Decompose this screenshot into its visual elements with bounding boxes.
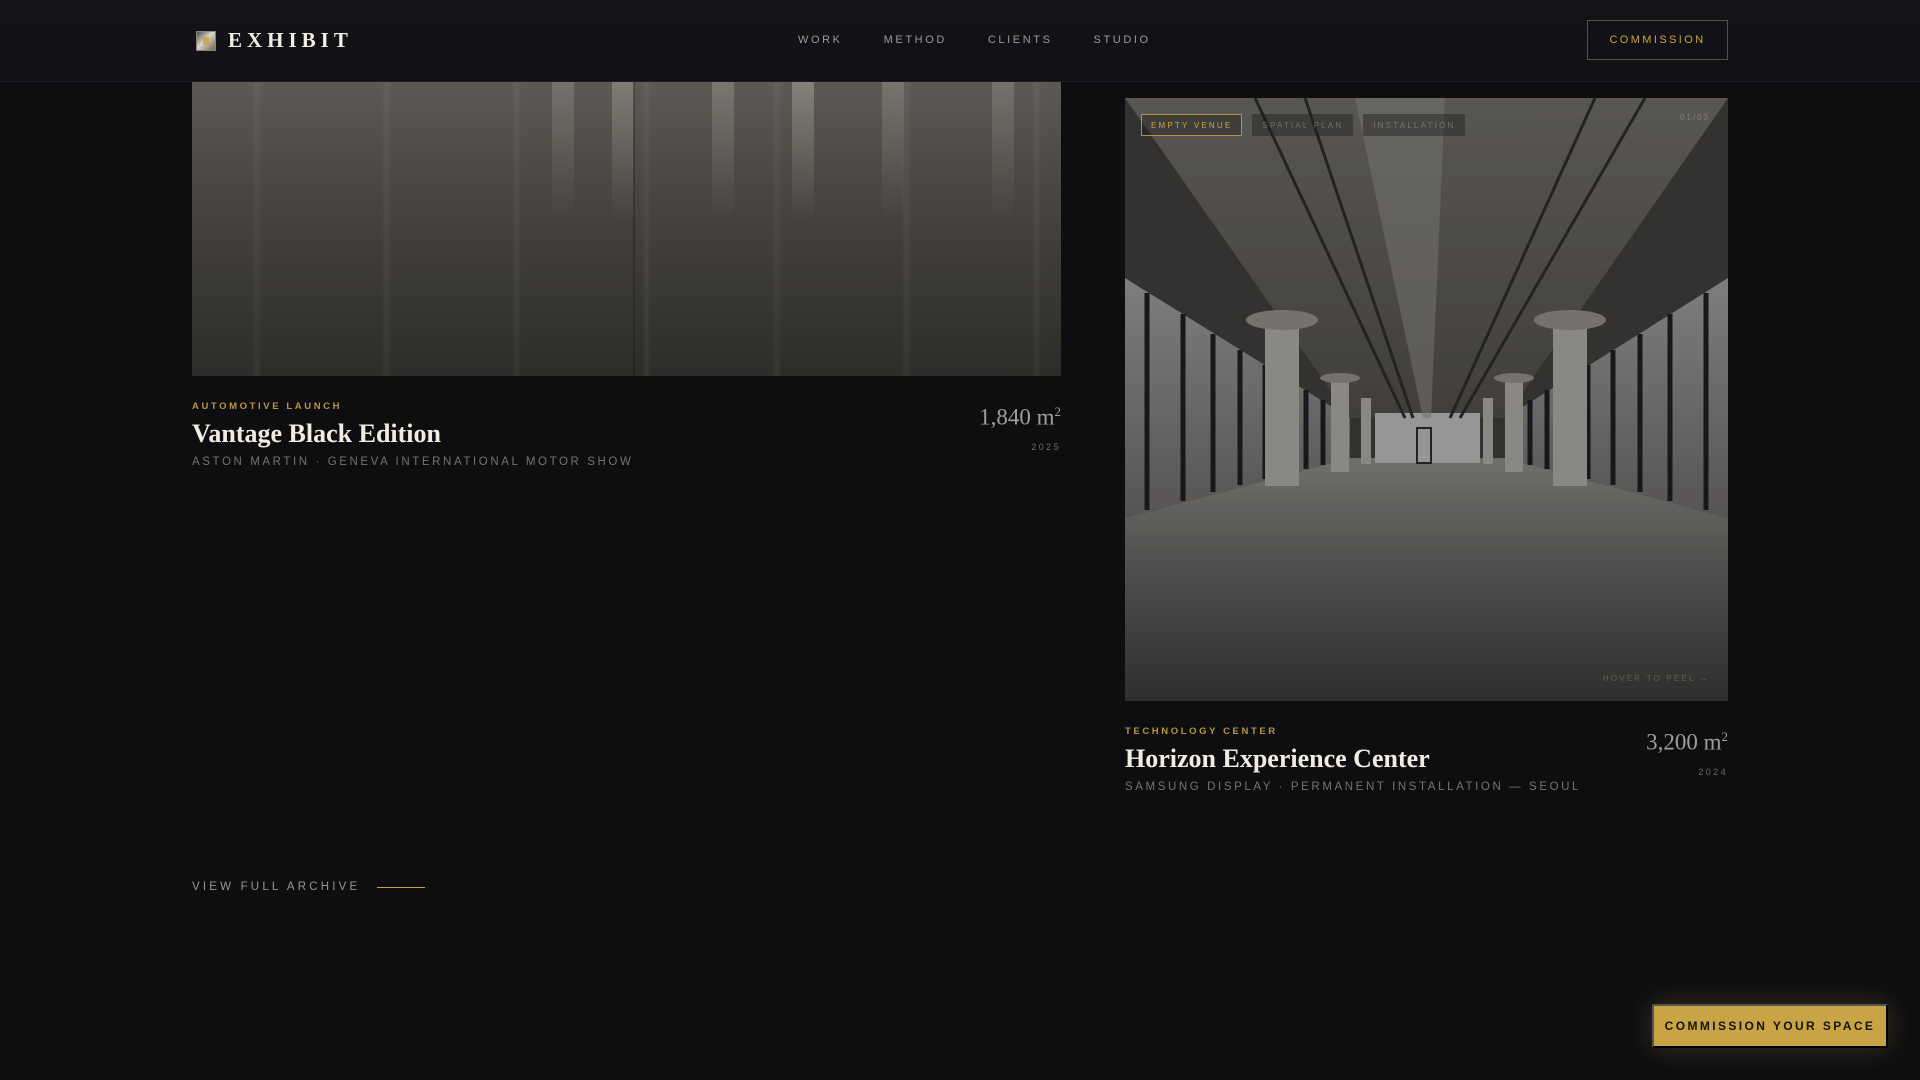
area-unit: 2 — [1054, 404, 1062, 419]
floor-reflection — [612, 82, 634, 222]
floor-reflection — [792, 82, 814, 222]
tab-empty-venue[interactable]: EMPTY VENUE — [1141, 114, 1243, 136]
floor-reflection — [882, 82, 904, 222]
project-area: 1,840 m2 — [979, 404, 1061, 431]
view-archive-link[interactable]: VIEW FULL ARCHIVE — [192, 881, 426, 893]
view-tabs: EMPTY VENUE SPATIAL PLAN INSTALLATION — [1141, 114, 1466, 136]
floor-reflection — [552, 82, 574, 222]
project-subtitle: SAMSUNG DISPLAY · PERMANENT INSTALLATION… — [1125, 781, 1582, 793]
floor-seam — [633, 82, 635, 376]
project-title[interactable]: Vantage Black Edition — [192, 419, 441, 449]
photo-counter: 01/03 — [1679, 113, 1710, 122]
nav-work[interactable]: WORK — [798, 34, 843, 46]
hover-hint: HOVER TO PEEL → — [1602, 674, 1710, 683]
project-year: 2024 — [1698, 767, 1728, 777]
project-category: AUTOMOTIVE LAUNCH — [192, 401, 343, 412]
tab-spatial-plan[interactable]: SPATIAL PLAN — [1252, 114, 1354, 136]
project-photo-vantage[interactable] — [192, 82, 1061, 376]
floor-reflection — [992, 82, 1014, 222]
project-year: 2025 — [1031, 442, 1061, 452]
project-subtitle: ASTON MARTIN · GENEVA INTERNATIONAL MOTO… — [192, 456, 634, 468]
project-title[interactable]: Horizon Experience Center — [1125, 744, 1430, 774]
project-photo-horizon[interactable]: EMPTY VENUE SPATIAL PLAN INSTALLATION 01… — [1125, 98, 1728, 701]
nav-clients[interactable]: CLIENTS — [988, 34, 1053, 46]
nav-method[interactable]: METHOD — [884, 34, 947, 46]
commission-your-space-button[interactable]: COMMISSION YOUR SPACE — [1652, 1004, 1888, 1048]
area-unit: 2 — [1721, 729, 1729, 744]
logo[interactable]: EXHIBIT — [196, 28, 353, 53]
tab-installation[interactable]: INSTALLATION — [1363, 114, 1466, 136]
logo-mark-icon — [196, 30, 216, 51]
floor-reflection — [712, 82, 734, 222]
main-nav: WORK METHOD CLIENTS STUDIO — [798, 34, 1151, 46]
site-header: EXHIBIT WORK METHOD CLIENTS STUDIO COMMI… — [0, 0, 1920, 82]
archive-label: VIEW FULL ARCHIVE — [192, 881, 361, 893]
area-value: 1,840 m — [979, 404, 1055, 430]
project-area: 3,200 m2 — [1646, 729, 1728, 756]
archive-underline — [377, 886, 426, 888]
logo-text: EXHIBIT — [228, 28, 353, 52]
project-category: TECHNOLOGY CENTER — [1125, 726, 1278, 737]
nav-studio[interactable]: STUDIO — [1094, 34, 1151, 46]
empty-venue-photo — [1125, 98, 1728, 701]
commission-button[interactable]: COMMISSION — [1587, 20, 1728, 60]
area-value: 3,200 m — [1646, 729, 1722, 755]
